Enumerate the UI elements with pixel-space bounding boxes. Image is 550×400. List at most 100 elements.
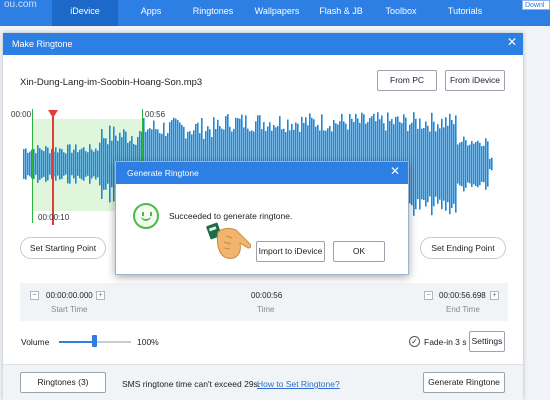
waveform-bar (441, 118, 443, 210)
brand-text: ou.com (4, 0, 37, 10)
time-value: 00:00:56 (251, 291, 283, 300)
fade-in-checkbox[interactable]: ✓ (409, 336, 420, 347)
waveform-bar (23, 149, 25, 179)
waveform-bar (475, 141, 477, 187)
waveform-bar (103, 138, 105, 190)
start-time-increment[interactable]: + (96, 291, 105, 300)
waveform-bar (71, 152, 73, 176)
from-idevice-button[interactable]: From iDevice (445, 70, 505, 91)
waveform-bar (77, 152, 79, 176)
tab-wallpapers[interactable]: Wallpapers (244, 0, 310, 26)
dialog-title-bar: Generate Ringtone ✕ (116, 162, 408, 184)
waveform-bar (47, 147, 49, 181)
playhead[interactable] (52, 117, 54, 225)
waveform-bar (43, 151, 45, 177)
waveform-bar (463, 136, 465, 192)
waveform-bar (435, 131, 437, 197)
end-time-increment[interactable]: + (490, 291, 499, 300)
waveform-bar (63, 152, 65, 176)
waveform-bar (421, 128, 423, 200)
file-name: Xin-Dung-Lang-im-Soobin-Hoang-Son.mp3 (20, 77, 203, 88)
waveform-bar (447, 125, 449, 203)
waveform-bar (61, 149, 63, 179)
tab-ringtones[interactable]: Ringtones (180, 0, 246, 26)
smiley-icon (133, 203, 159, 229)
end-time-value[interactable]: 00:00:56.698 (439, 291, 486, 300)
volume-slider-handle[interactable] (92, 335, 97, 347)
waveform-bar (33, 148, 35, 180)
end-time-decrement[interactable]: − (424, 291, 433, 300)
download-button[interactable]: Downl (522, 0, 550, 10)
sms-info-text: SMS ringtone time can't exceed 29s. (122, 379, 261, 389)
waveform-bar (439, 128, 441, 200)
import-to-idevice-button[interactable]: Import to iDevice (256, 241, 325, 262)
start-time-value[interactable]: 00:00:00.000 (46, 291, 93, 300)
waveform-bar (93, 151, 95, 177)
waveform-bar (455, 115, 457, 213)
set-starting-point-button[interactable]: Set Starting Point (20, 237, 106, 259)
tab-idevice[interactable]: iDevice (52, 0, 118, 26)
volume-label: Volume (21, 337, 50, 347)
waveform-bar (467, 145, 469, 183)
waveform-bar (427, 125, 429, 203)
playhead-handle-icon[interactable] (48, 110, 58, 118)
ok-button[interactable]: OK (333, 241, 385, 262)
start-time-decrement[interactable]: − (30, 291, 39, 300)
start-time-label: Start Time (51, 305, 88, 314)
waveform-bar (29, 151, 31, 177)
waveform-bar (457, 144, 459, 184)
waveform-bar (469, 144, 471, 184)
waveform-bar (473, 143, 475, 185)
waveform-bar (487, 141, 489, 187)
window-title: Make Ringtone (12, 39, 73, 49)
waveform-bar (95, 148, 97, 180)
set-ending-point-button[interactable]: Set Ending Point (420, 237, 506, 259)
waveform-bar (91, 149, 93, 179)
start-time-marker-label: 00:00 (11, 110, 32, 119)
close-icon[interactable]: ✕ (507, 35, 517, 49)
generate-ringtone-button[interactable]: Generate Ringtone (423, 372, 505, 393)
waveform-bar (41, 149, 43, 179)
waveform-bar (87, 152, 89, 176)
waveform-bar (429, 131, 431, 197)
waveform-bar (55, 147, 57, 181)
waveform-bar (111, 140, 113, 188)
waveform-bar (105, 138, 107, 190)
tab-apps[interactable]: Apps (118, 0, 184, 26)
waveform-bar (445, 117, 447, 211)
waveform-bar (37, 145, 39, 183)
waveform-bar (413, 112, 415, 216)
waveform-bar (69, 144, 71, 184)
settings-button[interactable]: Settings (469, 331, 505, 352)
end-time-marker-label: 00:56 (145, 110, 166, 119)
tab-toolbox[interactable]: Toolbox (368, 0, 434, 26)
time-label: Time (257, 305, 275, 314)
dialog-title: Generate Ringtone (127, 168, 199, 178)
waveform-bar (89, 144, 91, 184)
ringtones-button[interactable]: Ringtones (3) (20, 372, 106, 393)
waveform-bar (465, 140, 467, 188)
waveform-bar (417, 128, 419, 200)
tab-flash-jb[interactable]: Flash & JB (308, 0, 374, 26)
generate-ringtone-dialog: Generate Ringtone ✕ Succeeded to generat… (115, 161, 409, 275)
waveform-bar (451, 120, 453, 208)
waveform-bar (79, 149, 81, 179)
waveform-bar (425, 121, 427, 207)
tab-tutorials[interactable]: Tutorials (432, 0, 498, 26)
waveform-bar (45, 146, 47, 182)
start-marker[interactable] (32, 109, 33, 223)
waveform-bar (27, 152, 29, 176)
waveform-bar (39, 148, 41, 180)
waveform-bar (101, 128, 103, 200)
top-navigation: ou.com iDevice Apps Ringtones Wallpapers… (0, 0, 550, 26)
dialog-close-icon[interactable]: ✕ (390, 164, 400, 178)
waveform-bar (97, 150, 99, 178)
from-pc-button[interactable]: From PC (377, 70, 437, 91)
waveform-bar (483, 145, 485, 183)
time-panel: − 00:00:00.000 + Start Time 00:00:56 Tim… (20, 283, 508, 321)
waveform-bar (449, 113, 451, 215)
volume-value: 100% (137, 337, 159, 347)
waveform-bar (35, 153, 37, 175)
how-to-set-ringtone-link[interactable]: How to Set Ringtone? (257, 379, 340, 389)
waveform-bar (491, 157, 493, 171)
